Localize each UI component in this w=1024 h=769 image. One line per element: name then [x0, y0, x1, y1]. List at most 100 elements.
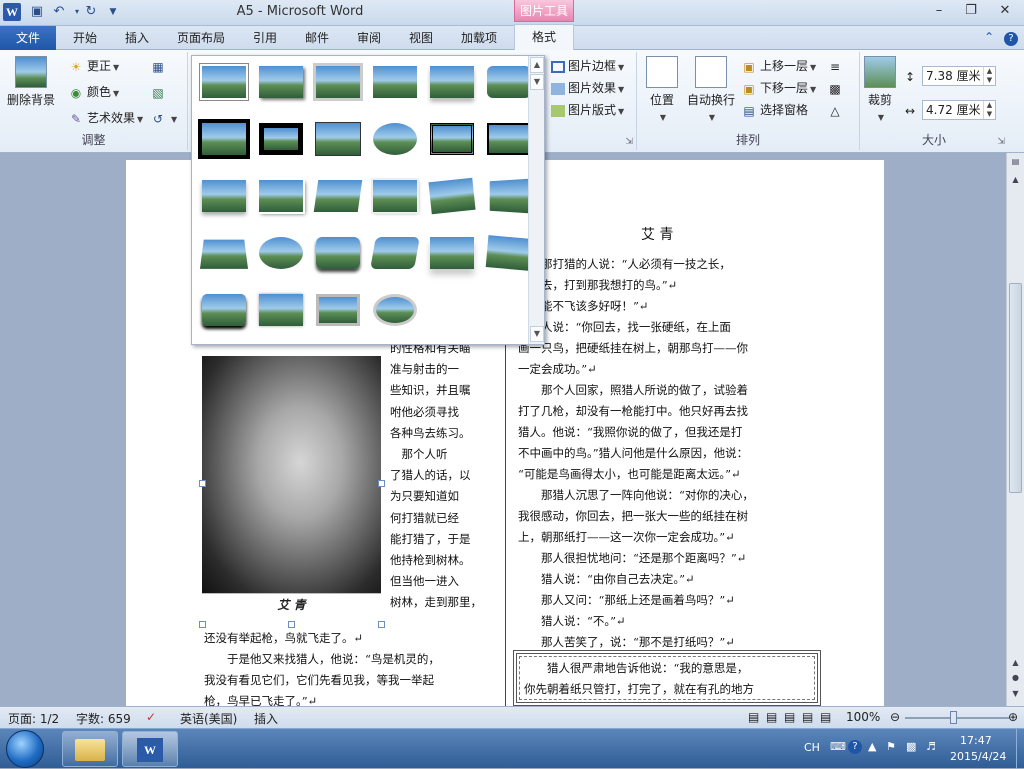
height-field[interactable]: 7.38 厘米 ▲ ▼ [922, 66, 996, 86]
resize-handle-left[interactable] [199, 480, 206, 487]
corrections-button[interactable]: ☀ 更正 ▼ [68, 56, 120, 76]
start-button[interactable] [6, 730, 44, 768]
picture-style-thumbnail[interactable] [430, 66, 474, 98]
next-page-icon[interactable]: ▼ [1009, 689, 1022, 703]
picture-style-thumbnail[interactable] [370, 237, 420, 269]
width-field[interactable]: 4.72 厘米 ▲ ▼ [922, 100, 996, 120]
gallery-scrollbar[interactable]: ▲ ▼ ▼ [528, 56, 544, 344]
network-icon[interactable]: ▩ [906, 740, 916, 753]
picture-style-thumbnail[interactable] [430, 123, 474, 155]
picture-style-thumbnail[interactable] [202, 123, 246, 155]
proofing-icon[interactable]: ✓ [146, 710, 156, 724]
picture-style-thumbnail[interactable] [485, 235, 533, 271]
picture-style-thumbnail[interactable] [373, 180, 417, 212]
picture-style-thumbnail[interactable] [316, 294, 360, 326]
align-icon[interactable]: ≡ [827, 56, 846, 76]
picture-style-thumbnail[interactable] [259, 294, 303, 326]
send-backward-button[interactable]: ▣ 下移一层 ▼ [741, 78, 816, 98]
action-center-icon[interactable]: ⚑ [886, 740, 896, 753]
color-button[interactable]: ◉ 颜色 ▼ [68, 82, 119, 102]
picture-style-thumbnail[interactable] [316, 237, 360, 269]
zoom-level[interactable]: 100% [846, 710, 880, 724]
picture-style-thumbnail[interactable] [202, 294, 246, 326]
scroll-thumb[interactable] [1009, 283, 1022, 493]
tab-references[interactable]: 引用 [240, 26, 290, 50]
wrap-text-button[interactable]: 自动换行 ▼ [683, 56, 739, 126]
picture-style-thumbnail[interactable] [373, 66, 417, 98]
selection-pane-button[interactable]: ▤ 选择窗格 [741, 100, 808, 120]
vertical-scrollbar[interactable]: ▤ ▲ ▲ ● ▼ [1006, 153, 1024, 706]
gallery-scroll-down-icon[interactable]: ▼ [530, 74, 544, 90]
maximize-button[interactable]: ❐ [956, 2, 986, 20]
previous-page-icon[interactable]: ▲ [1009, 658, 1022, 672]
word-count[interactable]: 字数: 659 [76, 710, 131, 727]
zoom-out-icon[interactable]: ⊖ [890, 710, 900, 724]
bring-forward-button[interactable]: ▣ 上移一层 ▼ [741, 56, 816, 76]
picture-layout-button[interactable]: 图片版式 ▼ [551, 100, 624, 120]
position-button[interactable]: 位置 ▼ [643, 56, 681, 126]
gallery-scroll-up-icon[interactable]: ▲ [530, 57, 544, 73]
resize-handle-bottom-left[interactable] [199, 621, 206, 628]
rotate-icon[interactable]: △ [827, 100, 846, 120]
insert-mode[interactable]: 插入 [254, 710, 278, 727]
zoom-slider[interactable] [905, 717, 1009, 719]
tab-format[interactable]: 格式 [514, 24, 574, 51]
tray-arrow-icon[interactable]: ▲ [868, 740, 876, 753]
picture-style-thumbnail[interactable] [259, 123, 303, 155]
scroll-up-icon[interactable]: ▲ [1009, 175, 1022, 189]
picture-style-thumbnail[interactable] [430, 237, 474, 269]
close-button[interactable]: ✕ [990, 2, 1020, 20]
ruler-toggle-icon[interactable]: ▤ [1009, 157, 1022, 171]
gallery-more-icon[interactable]: ▼ [530, 326, 544, 342]
resize-handle-right[interactable] [378, 480, 385, 487]
picture-style-thumbnail[interactable] [313, 180, 363, 212]
resize-handle-bottom[interactable] [288, 621, 295, 628]
picture-style-thumbnail[interactable] [487, 66, 531, 98]
keyboard-icon[interactable]: ⌨ [830, 740, 846, 753]
styles-dialog-launcher-icon[interactable]: ⇲ [625, 137, 633, 147]
reset-picture-icon[interactable]: ↺ ▼ [150, 108, 177, 128]
picture-style-thumbnail[interactable] [202, 180, 246, 212]
ime-indicator[interactable]: CH [804, 741, 820, 754]
clock-time[interactable]: 17:47 [960, 734, 992, 747]
compress-pictures-icon[interactable]: ▦ [150, 56, 169, 76]
picture-style-thumbnail[interactable] [373, 294, 417, 326]
picture-style-thumbnail[interactable] [259, 180, 303, 212]
show-desktop-button[interactable] [1016, 729, 1024, 769]
tab-view[interactable]: 视图 [396, 26, 446, 50]
print-layout-view-icon[interactable]: ▤ [748, 710, 759, 724]
picture-style-thumbnail[interactable] [428, 177, 476, 215]
picture-style-thumbnail[interactable] [259, 66, 303, 98]
picture-style-thumbnail[interactable] [487, 123, 531, 155]
word-taskbar-icon[interactable]: W [122, 731, 178, 767]
picture-border-button[interactable]: 图片边框 ▼ [551, 56, 624, 76]
crop-button[interactable]: 裁剪 ▼ [862, 56, 898, 126]
author-photo[interactable] [202, 356, 381, 593]
picture-style-thumbnail[interactable] [487, 178, 532, 214]
resize-handle-bottom-right[interactable] [378, 621, 385, 628]
outline-view-icon[interactable]: ▤ [802, 710, 813, 724]
tab-file[interactable]: 文件 [0, 26, 56, 50]
tab-mailings[interactable]: 邮件 [292, 26, 342, 50]
tab-insert[interactable]: 插入 [112, 26, 162, 50]
tab-page-layout[interactable]: 页面布局 [168, 26, 234, 50]
remove-background-button[interactable]: 删除背景 [4, 56, 58, 108]
clock-date[interactable]: 2015/4/24 [950, 750, 1006, 763]
tab-review[interactable]: 审阅 [344, 26, 394, 50]
picture-style-thumbnail[interactable] [316, 66, 360, 98]
volume-icon[interactable]: ♬ [926, 740, 936, 753]
width-spinner[interactable]: ▲ ▼ [983, 101, 995, 119]
size-dialog-launcher-icon[interactable]: ⇲ [997, 137, 1005, 147]
picture-style-thumbnail[interactable] [259, 237, 303, 269]
picture-styles-gallery[interactable]: ▲ ▼ ▼ [191, 55, 545, 345]
draft-view-icon[interactable]: ▤ [820, 710, 831, 724]
zoom-in-icon[interactable]: ⊕ [1008, 710, 1018, 724]
group-icon[interactable]: ▩ [827, 78, 846, 98]
tab-home[interactable]: 开始 [60, 26, 110, 50]
change-picture-icon[interactable]: ▧ [150, 82, 169, 102]
explorer-taskbar-icon[interactable] [62, 731, 118, 767]
web-layout-view-icon[interactable]: ▤ [784, 710, 795, 724]
minimize-button[interactable]: – [924, 2, 954, 20]
picture-style-thumbnail[interactable] [316, 123, 360, 155]
full-screen-view-icon[interactable]: ▤ [766, 710, 777, 724]
